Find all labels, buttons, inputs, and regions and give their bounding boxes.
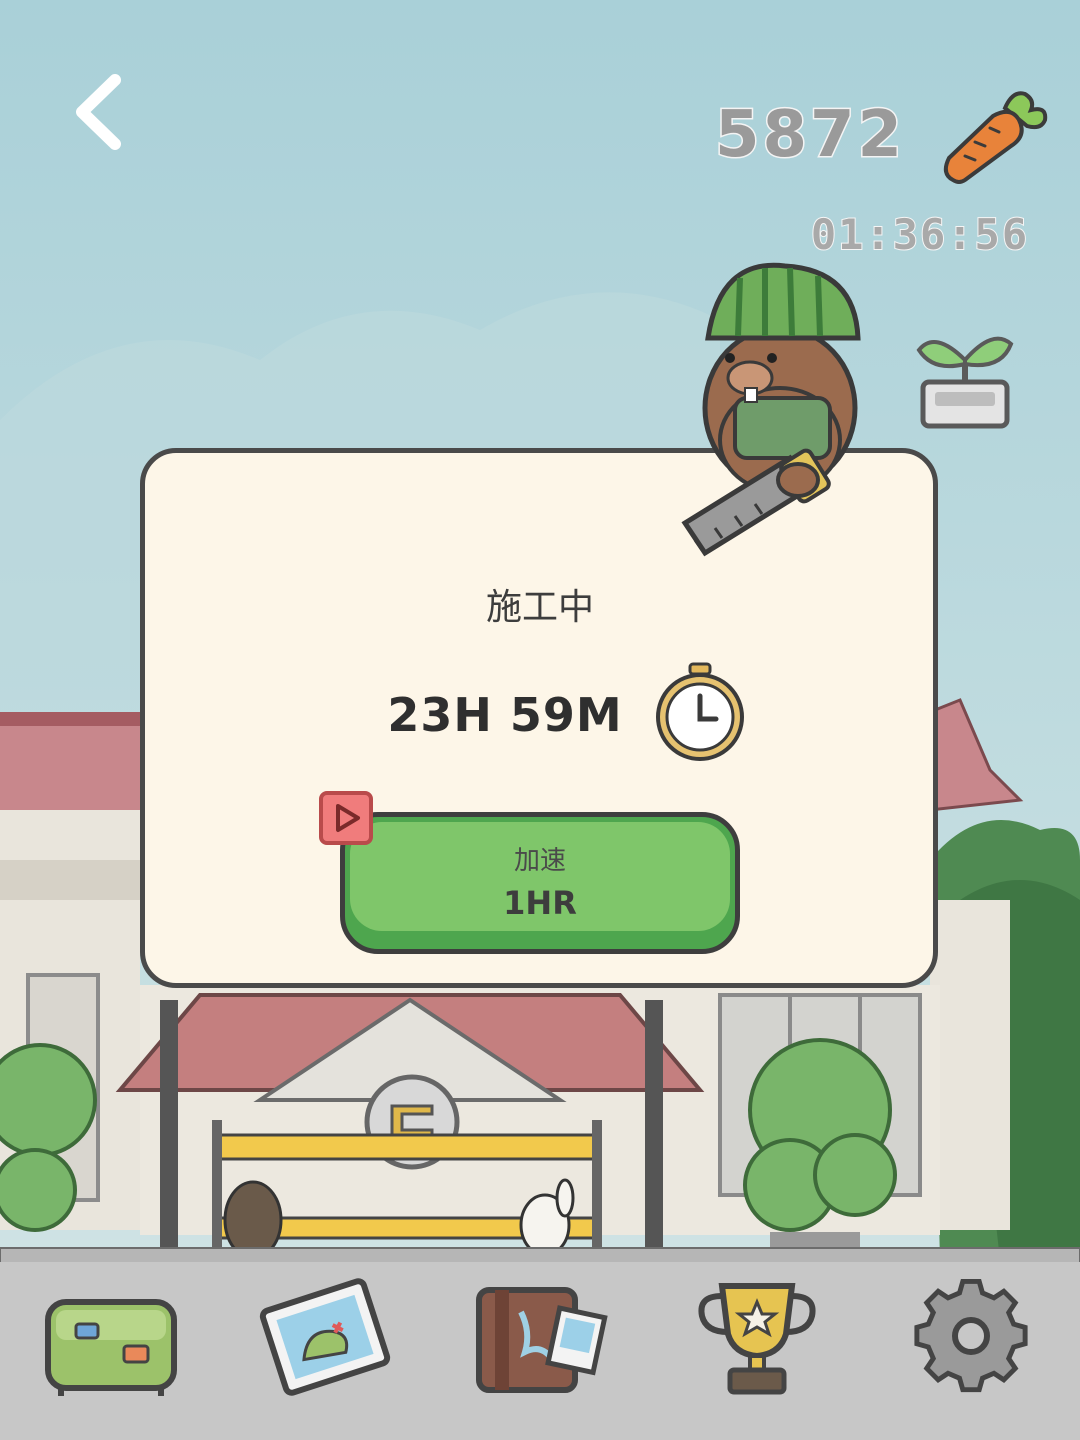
speed-up-button-base	[340, 812, 740, 954]
map-button[interactable]	[250, 1272, 400, 1402]
back-button[interactable]	[60, 60, 150, 160]
suitcase-button[interactable]	[36, 1272, 186, 1402]
settings-button[interactable]	[896, 1272, 1046, 1402]
sprout-button[interactable]	[905, 320, 1025, 435]
carrot-icon	[943, 91, 1048, 184]
trophy-button[interactable]	[682, 1272, 832, 1402]
carrot-count: 5872	[713, 97, 906, 174]
back-arrow-icon	[76, 74, 121, 150]
remaining-time: 23H 59M	[387, 688, 623, 742]
speed-up-label: 加速	[513, 846, 566, 876]
sprout-pot-icon	[916, 336, 1014, 429]
speed-up-value: 1HR	[503, 884, 577, 922]
dialog-title: 施工中	[485, 587, 594, 628]
map-icon	[259, 1278, 391, 1396]
album-button[interactable]	[465, 1272, 615, 1402]
beaver-builder-icon	[681, 262, 861, 557]
suitcase-icon	[45, 1299, 177, 1396]
video-ad-icon	[319, 791, 373, 845]
settings-gear-icon	[914, 1278, 1028, 1393]
speed-up-button[interactable]: 加速 1HR	[340, 812, 740, 954]
trophy-icon	[698, 1283, 816, 1395]
album-icon	[476, 1287, 608, 1393]
stopwatch-icon	[656, 662, 744, 761]
countdown-timer: 01:36:56	[810, 209, 1030, 260]
